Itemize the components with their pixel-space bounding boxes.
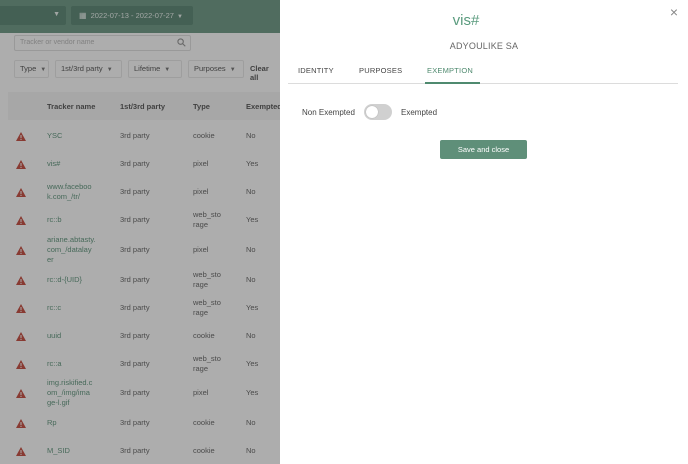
exemption-toggle[interactable] — [364, 104, 392, 120]
tab-purposes[interactable]: PURPOSES — [359, 66, 402, 75]
save-and-close-button[interactable]: Save and close — [440, 140, 527, 159]
non-exempted-label: Non Exempted — [302, 108, 355, 117]
tab-exemption[interactable]: EXEMPTION — [427, 66, 473, 75]
toggle-knob — [366, 106, 378, 118]
tracker-detail-panel: × vis# ADYOULIKE SA IDENTITY PURPOSES EX… — [280, 0, 688, 464]
tracker-title: vis# — [452, 12, 480, 29]
detail-tabs: IDENTITY PURPOSES EXEMPTION — [288, 60, 678, 84]
exempted-label: Exempted — [401, 108, 438, 117]
modal-backdrop[interactable] — [0, 0, 280, 464]
active-tab-indicator — [425, 82, 480, 84]
tab-identity[interactable]: IDENTITY — [298, 66, 334, 75]
vendor-name: ADYOULIKE SA — [449, 41, 519, 51]
close-icon[interactable]: × — [668, 5, 680, 19]
